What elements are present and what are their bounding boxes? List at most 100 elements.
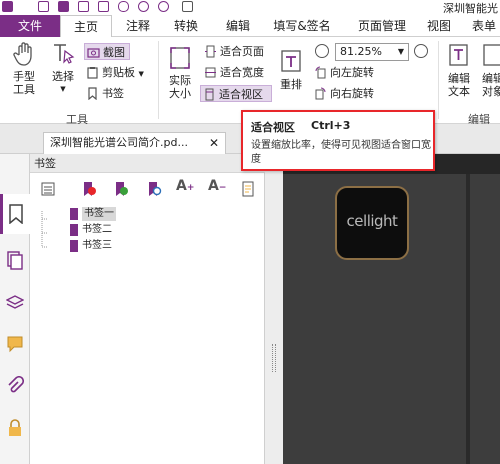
reflow-button[interactable]: 重排 [276, 49, 306, 91]
hand-icon[interactable] [118, 1, 129, 12]
tab-edit[interactable]: 编辑 [218, 15, 258, 37]
screenshot-label: 截图 [103, 46, 125, 59]
bookmark-button[interactable]: 书签 [84, 85, 130, 102]
cellight-logo: cellight [335, 186, 409, 260]
increase-font-icon[interactable]: A+ [176, 178, 194, 194]
chevron-down-icon: ▼ [138, 70, 144, 78]
clipboard-button[interactable]: 剪贴板 ▼ [84, 64, 152, 81]
decrease-font-icon[interactable]: A− [208, 178, 226, 194]
screenshot-button[interactable]: 截图 [84, 43, 130, 60]
edit-object-icon [483, 44, 500, 66]
add-bookmark-icon[interactable] [113, 181, 129, 197]
rotate-right-label: 向右旋转 [330, 87, 374, 100]
reflow-icon [281, 50, 301, 72]
customize-toolbar-icon[interactable] [182, 1, 193, 12]
bookmark-item[interactable]: 书签二 [70, 223, 150, 237]
undo-icon[interactable] [138, 1, 149, 12]
tab-view[interactable]: 视图 [424, 15, 454, 37]
hand-tool-label: 手型 工具 [13, 70, 35, 96]
hand-tool-button[interactable]: 手型 工具 [6, 41, 42, 96]
tab-form[interactable]: 表单 [468, 15, 500, 37]
save-icon[interactable] [58, 1, 69, 12]
bookmark-item-label: 书签三 [82, 240, 112, 251]
rotate-right-button[interactable]: 向右旋转 [312, 85, 386, 102]
bookmark-label: 书签 [102, 87, 124, 100]
fit-width-label: 适合宽度 [220, 66, 264, 79]
rotate-left-button[interactable]: 向左旋转 [312, 64, 386, 81]
fit-view-icon [205, 88, 214, 101]
fit-width-button[interactable]: 适合宽度 [202, 64, 272, 81]
zoom-out-icon[interactable] [315, 44, 329, 58]
tooltip-description: 设置缩放比率，使得可见视图适合窗口宽度 [251, 140, 431, 165]
tooltip-title: 适合视区 [251, 121, 295, 134]
tab-file[interactable]: 文件 [0, 15, 60, 37]
expand-bookmark-icon[interactable] [240, 181, 256, 197]
edit-text-button[interactable]: 编辑 文本 [444, 43, 474, 98]
tooltip-shortcut: Ctrl+3 [311, 119, 351, 132]
tab-convert[interactable]: 转换 [166, 15, 206, 37]
panel-splitter[interactable] [265, 154, 283, 464]
window-title: 深圳智能光 [443, 2, 498, 15]
open-icon[interactable] [38, 1, 49, 12]
edit-object-label: 编辑 对象 [482, 72, 500, 98]
bookmark-item-label: 书签一 [82, 207, 116, 221]
fit-page-icon [205, 45, 216, 58]
bookmark-icon [9, 204, 23, 224]
document-canvas[interactable]: cellight [283, 154, 500, 464]
chevron-down-icon: ▼ [397, 47, 404, 56]
actual-size-icon [170, 47, 190, 69]
select-text-icon [54, 44, 75, 64]
rotate-right-icon [315, 87, 326, 100]
zoom-in-icon[interactable] [414, 44, 428, 58]
clipboard-label: 剪贴板 [102, 66, 135, 79]
rail-bookmarks-tab[interactable] [0, 194, 30, 234]
redo-icon[interactable] [158, 1, 169, 12]
fit-view-button[interactable]: 适合视区 [200, 85, 272, 102]
document-tab-title: 深圳智能光谱公司简介.pd... [50, 136, 188, 149]
layers-icon[interactable] [6, 292, 24, 312]
chevron-down-icon: ▼ [60, 85, 66, 93]
zoom-select[interactable]: 81.25% ▼ [335, 43, 409, 61]
print-icon[interactable] [78, 1, 89, 12]
bookmark-flag-icon [70, 240, 78, 252]
rotate-left-icon [315, 66, 326, 79]
attachment-icon[interactable] [6, 376, 24, 396]
delete-bookmark-icon[interactable] [81, 181, 97, 197]
fit-page-button[interactable]: 适合页面 [202, 43, 272, 60]
bookmark-item[interactable]: 书签一 [70, 207, 150, 221]
actual-size-button[interactable]: 实际 大小 [163, 45, 197, 100]
lock-icon[interactable] [6, 418, 24, 438]
edit-object-button[interactable]: 编辑 对象 [478, 43, 500, 98]
hand-icon [13, 42, 32, 66]
divider [438, 41, 439, 119]
tab-page-management[interactable]: 页面管理 [350, 15, 414, 37]
bookmark-tree-lines [41, 211, 48, 248]
bookmark-item[interactable]: 书签三 [70, 239, 150, 253]
divider [158, 41, 159, 119]
document-page: cellight [283, 174, 500, 464]
clipboard-icon [87, 67, 98, 79]
tab-comment[interactable]: 注释 [118, 15, 158, 37]
find-bookmark-icon[interactable] [146, 181, 162, 197]
fit-page-label: 适合页面 [220, 45, 264, 58]
tab-fill-sign[interactable]: 填写&签名 [270, 15, 334, 37]
panel-title: 书签 [30, 154, 265, 173]
pages-icon[interactable] [6, 250, 24, 270]
bookmark-item-label: 书签二 [82, 224, 112, 235]
document-tab[interactable]: 深圳智能光谱公司简介.pd... ✕ [43, 132, 226, 154]
select-label: 选择 [52, 70, 74, 83]
page-icon[interactable] [98, 1, 109, 12]
splitter-grip-icon[interactable] [272, 344, 276, 372]
actual-size-label: 实际 大小 [169, 74, 191, 100]
bookmark-options-icon[interactable] [40, 181, 56, 197]
bookmark-icon [88, 87, 97, 100]
select-button[interactable]: 选择 ▼ [48, 41, 78, 96]
fit-view-tooltip: 适合视区 Ctrl+3 设置缩放比率，使得可见视图适合窗口宽度 [241, 110, 435, 171]
edit-text-label: 编辑 文本 [448, 72, 470, 98]
close-icon[interactable]: ✕ [209, 133, 219, 153]
bookmark-flag-icon [70, 224, 78, 236]
title-bar: 深圳智能光 [0, 0, 500, 15]
comment-icon[interactable] [6, 334, 24, 354]
camera-icon [87, 48, 100, 58]
tab-home[interactable]: 主页 [60, 15, 112, 38]
